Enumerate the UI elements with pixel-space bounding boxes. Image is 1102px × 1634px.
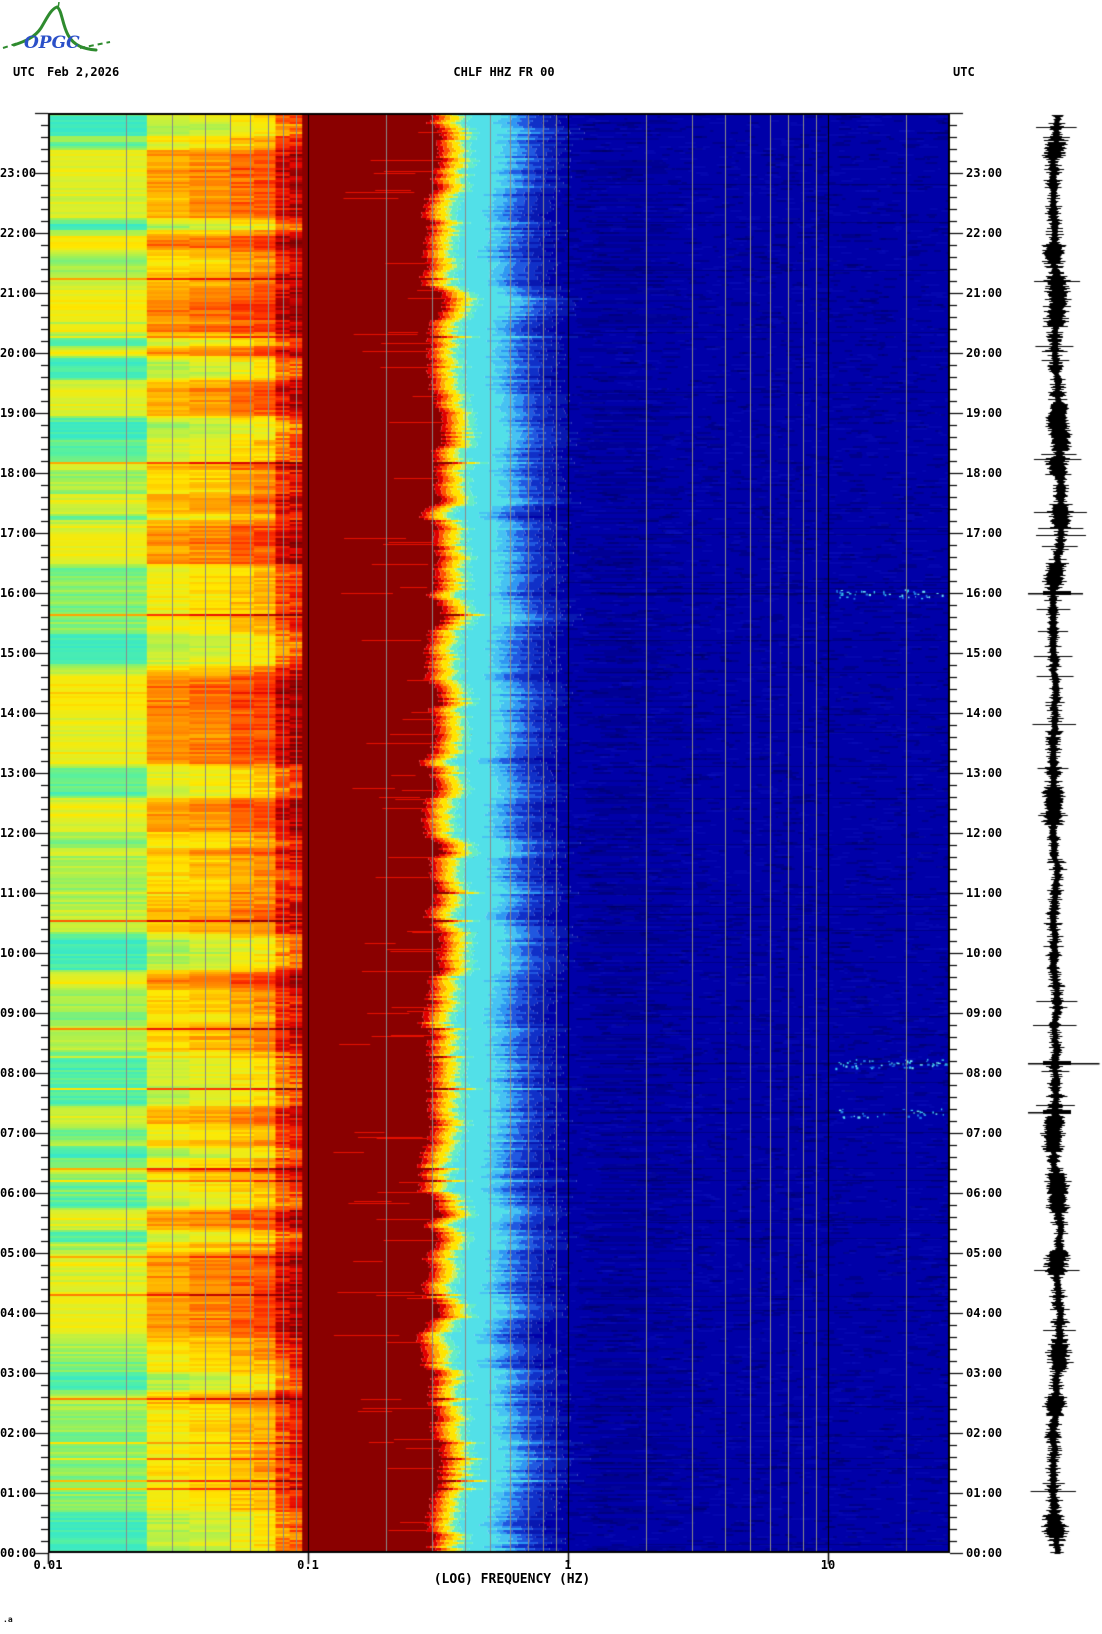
y-axis-label-right: 19:00 xyxy=(966,406,1003,420)
y-axis-label-right: 02:00 xyxy=(966,1426,1003,1440)
y-axis-label-right: 03:00 xyxy=(966,1366,1003,1380)
x-axis-tick-label: 0.01 xyxy=(33,1558,63,1572)
y-axis-label-right: 22:00 xyxy=(966,226,1003,240)
y-axis-label-right: 17:00 xyxy=(966,526,1003,540)
y-axis-label-right: 23:00 xyxy=(966,166,1003,180)
y-axis-label-right: 07:00 xyxy=(966,1126,1003,1140)
corner-artifact: .a xyxy=(3,1615,13,1624)
y-axis-label-left: 03:00 xyxy=(0,1366,37,1380)
y-axis-label-right: 21:00 xyxy=(966,286,1003,300)
y-axis-label-left: 13:00 xyxy=(0,766,37,780)
y-axis-label-left: 08:00 xyxy=(0,1066,37,1080)
spectrogram-page: OPGC UTC Feb 2,2026 CHLF HHZ FR 00 UTC 0… xyxy=(0,0,1102,1634)
y-axis-label-right: 01:00 xyxy=(966,1486,1003,1500)
y-axis-label-right: 06:00 xyxy=(966,1186,1003,1200)
x-axis-tick-label: 0.1 xyxy=(297,1558,319,1572)
y-axis-label-right: 14:00 xyxy=(966,706,1003,720)
axis-labels-layer: 00:00 00:00 01:00 01:00 02:00 02:00 03:00 03:00… xyxy=(0,0,1102,1634)
y-axis-label-left: 04:00 xyxy=(0,1306,37,1320)
y-axis-label-left: 15:00 xyxy=(0,646,37,660)
y-axis-label-left: 05:00 xyxy=(0,1246,37,1260)
y-axis-label-right: 10:00 xyxy=(966,946,1003,960)
x-axis-title: (LOG) FREQUENCY (HZ) xyxy=(433,1572,591,1587)
y-axis-label-left: 10:00 xyxy=(0,946,37,960)
y-axis-label-left: 02:00 xyxy=(0,1426,37,1440)
y-axis-label-left: 14:00 xyxy=(0,706,37,720)
y-axis-label-left: 23:00 xyxy=(0,166,37,180)
y-axis-label-right: 16:00 xyxy=(966,586,1003,600)
y-axis-label-left: 12:00 xyxy=(0,826,37,840)
y-axis-label-left: 11:00 xyxy=(0,886,37,900)
y-axis-label-left: 09:00 xyxy=(0,1006,37,1020)
y-axis-label-left: 19:00 xyxy=(0,406,37,420)
y-axis-label-left: 21:00 xyxy=(0,286,37,300)
y-axis-label-left: 18:00 xyxy=(0,466,37,480)
y-axis-label-right: 13:00 xyxy=(966,766,1003,780)
y-axis-label-left: 22:00 xyxy=(0,226,37,240)
y-axis-label-right: 09:00 xyxy=(966,1006,1003,1020)
y-axis-label-left: 17:00 xyxy=(0,526,37,540)
y-axis-label-right: 20:00 xyxy=(966,346,1003,360)
y-axis-label-right: 15:00 xyxy=(966,646,1003,660)
y-axis-label-left: 06:00 xyxy=(0,1186,37,1200)
y-axis-label-left: 20:00 xyxy=(0,346,37,360)
y-axis-label-right: 00:00 xyxy=(966,1546,1003,1560)
y-axis-label-right: 05:00 xyxy=(966,1246,1003,1260)
y-axis-label-left: 07:00 xyxy=(0,1126,37,1140)
y-axis-label-right: 08:00 xyxy=(966,1066,1003,1080)
y-axis-label-right: 11:00 xyxy=(966,886,1003,900)
y-axis-label-right: 04:00 xyxy=(966,1306,1003,1320)
x-axis-tick-label: 1 xyxy=(564,1558,572,1572)
y-axis-label-left: 01:00 xyxy=(0,1486,37,1500)
y-axis-label-left: 16:00 xyxy=(0,586,37,600)
y-axis-label-right: 18:00 xyxy=(966,466,1003,480)
x-axis-tick-label: 10 xyxy=(820,1558,836,1572)
y-axis-label-right: 12:00 xyxy=(966,826,1003,840)
